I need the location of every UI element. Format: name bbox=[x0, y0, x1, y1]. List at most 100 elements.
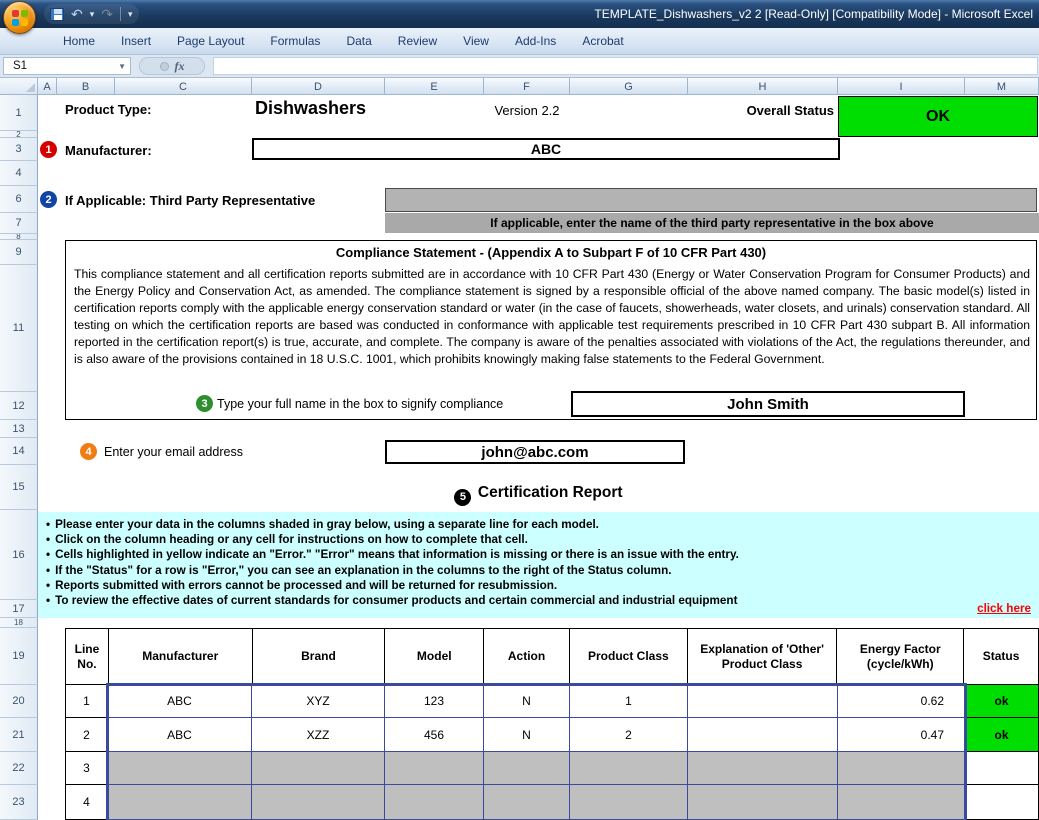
cell-action[interactable] bbox=[484, 752, 570, 785]
cell-status[interactable]: ok bbox=[965, 685, 1039, 718]
third-party-input[interactable] bbox=[385, 188, 1037, 212]
header-product-class[interactable]: Product Class bbox=[570, 629, 688, 684]
insert-function-area[interactable]: fx bbox=[139, 57, 205, 75]
cell-model[interactable] bbox=[385, 752, 484, 785]
tab-page-layout[interactable]: Page Layout bbox=[164, 29, 257, 53]
header-explanation[interactable]: Explanation of 'Other' Product Class bbox=[688, 629, 838, 684]
tab-acrobat[interactable]: Acrobat bbox=[569, 29, 636, 53]
cell-explanation[interactable] bbox=[688, 685, 838, 718]
row-header-14[interactable]: 14 bbox=[0, 438, 38, 465]
tab-home[interactable]: Home bbox=[50, 29, 108, 53]
row-header-3[interactable]: 3 bbox=[0, 138, 38, 161]
cell-model[interactable]: 456 bbox=[385, 718, 484, 752]
column-header-a[interactable]: A bbox=[38, 78, 57, 95]
row-header-21[interactable]: 21 bbox=[0, 718, 38, 752]
cell-action[interactable]: N bbox=[484, 685, 570, 718]
cell-status[interactable]: ok bbox=[965, 718, 1039, 752]
row-header-23[interactable]: 23 bbox=[0, 785, 38, 820]
cell-brand[interactable]: XYZ bbox=[252, 685, 385, 718]
cell-explanation[interactable] bbox=[688, 785, 838, 820]
column-header-f[interactable]: F bbox=[484, 78, 570, 95]
cell-manufacturer[interactable] bbox=[108, 752, 252, 785]
cell-energy-factor[interactable] bbox=[838, 752, 965, 785]
cell-status[interactable] bbox=[965, 752, 1039, 785]
select-all-corner[interactable] bbox=[0, 78, 38, 95]
row-header-2[interactable]: 2 bbox=[0, 131, 38, 138]
cell-line-no[interactable]: 3 bbox=[65, 752, 108, 785]
row-header-19[interactable]: 19 bbox=[0, 628, 38, 685]
column-header-e[interactable]: E bbox=[385, 78, 484, 95]
header-brand[interactable]: Brand bbox=[253, 629, 386, 684]
tab-add-ins[interactable]: Add-Ins bbox=[502, 29, 569, 53]
email-input[interactable]: john@abc.com bbox=[385, 440, 685, 464]
column-header-i[interactable]: I bbox=[838, 78, 965, 95]
row-header-12[interactable]: 12 bbox=[0, 392, 38, 420]
cell-manufacturer[interactable]: ABC bbox=[108, 685, 252, 718]
header-model[interactable]: Model bbox=[385, 629, 484, 684]
column-header-m[interactable]: M bbox=[965, 78, 1039, 95]
header-energy-factor[interactable]: Energy Factor (cycle/kWh) bbox=[837, 629, 964, 684]
cell-manufacturer[interactable]: ABC bbox=[108, 718, 252, 752]
cell-product-class[interactable]: 1 bbox=[570, 685, 688, 718]
cell-line-no[interactable]: 4 bbox=[65, 785, 108, 820]
row-header-9[interactable]: 9 bbox=[0, 240, 38, 265]
row-header-18[interactable]: 18 bbox=[0, 618, 38, 628]
overall-status-value-cell[interactable]: OK bbox=[838, 96, 1038, 137]
row-header-16[interactable]: 16 bbox=[0, 510, 38, 600]
cell-line-no[interactable]: 2 bbox=[65, 718, 108, 752]
column-header-b[interactable]: B bbox=[57, 78, 115, 95]
cell-action[interactable] bbox=[484, 785, 570, 820]
cell-brand[interactable] bbox=[252, 752, 385, 785]
office-button[interactable] bbox=[3, 1, 36, 34]
manufacturer-input[interactable]: ABC bbox=[252, 138, 840, 160]
column-header-c[interactable]: C bbox=[115, 78, 252, 95]
cell-model[interactable] bbox=[385, 785, 484, 820]
row-header-11[interactable]: 11 bbox=[0, 265, 38, 392]
tab-review[interactable]: Review bbox=[385, 29, 450, 53]
cell-energy-factor[interactable] bbox=[838, 785, 965, 820]
cell-brand[interactable]: XZZ bbox=[252, 718, 385, 752]
row-header-4[interactable]: 4 bbox=[0, 161, 38, 186]
save-icon[interactable] bbox=[50, 8, 64, 21]
cell-energy-factor[interactable]: 0.62 bbox=[838, 685, 965, 718]
signature-input[interactable]: John Smith bbox=[571, 391, 965, 417]
row-header-17[interactable]: 17 bbox=[0, 600, 38, 618]
column-header-d[interactable]: D bbox=[252, 78, 385, 95]
row-header-22[interactable]: 22 bbox=[0, 752, 38, 785]
customize-toolbar-dropdown-icon[interactable]: ▾ bbox=[128, 9, 133, 20]
name-box[interactable]: S1 ▼ bbox=[3, 57, 131, 75]
cell-product-class[interactable] bbox=[570, 785, 688, 820]
cell-status[interactable] bbox=[965, 785, 1039, 820]
cell-energy-factor[interactable]: 0.47 bbox=[838, 718, 965, 752]
undo-dropdown-icon[interactable]: ▾ bbox=[90, 9, 95, 20]
cell-product-class[interactable] bbox=[570, 752, 688, 785]
row-header-13[interactable]: 13 bbox=[0, 420, 38, 438]
tab-formulas[interactable]: Formulas bbox=[257, 29, 333, 53]
tab-insert[interactable]: Insert bbox=[108, 29, 164, 53]
row-header-1[interactable]: 1 bbox=[0, 95, 38, 131]
row-header-15[interactable]: 15 bbox=[0, 465, 38, 510]
column-header-g[interactable]: G bbox=[570, 78, 688, 95]
cell-explanation[interactable] bbox=[688, 718, 838, 752]
header-manufacturer[interactable]: Manufacturer bbox=[109, 629, 253, 684]
name-box-dropdown-icon[interactable]: ▼ bbox=[118, 62, 130, 71]
header-status[interactable]: Status bbox=[964, 629, 1038, 684]
row-header-7[interactable]: 7 bbox=[0, 213, 38, 234]
formula-input[interactable] bbox=[213, 57, 1038, 75]
cell-brand[interactable] bbox=[252, 785, 385, 820]
fx-icon[interactable]: fx bbox=[175, 59, 185, 74]
cell-manufacturer[interactable] bbox=[108, 785, 252, 820]
tab-view[interactable]: View bbox=[450, 29, 502, 53]
cell-model[interactable]: 123 bbox=[385, 685, 484, 718]
click-here-link[interactable]: click here bbox=[977, 602, 1031, 615]
row-header-6[interactable]: 6 bbox=[0, 186, 38, 213]
cell-action[interactable]: N bbox=[484, 718, 570, 752]
cell-product-class[interactable]: 2 bbox=[570, 718, 688, 752]
tab-data[interactable]: Data bbox=[333, 29, 384, 53]
row-header-20[interactable]: 20 bbox=[0, 685, 38, 718]
cell-line-no[interactable]: 1 bbox=[65, 685, 108, 718]
header-line-no[interactable]: Line No. bbox=[66, 629, 109, 684]
header-action[interactable]: Action bbox=[484, 629, 570, 684]
undo-icon[interactable]: ↶ bbox=[71, 7, 83, 21]
column-header-h[interactable]: H bbox=[688, 78, 838, 95]
